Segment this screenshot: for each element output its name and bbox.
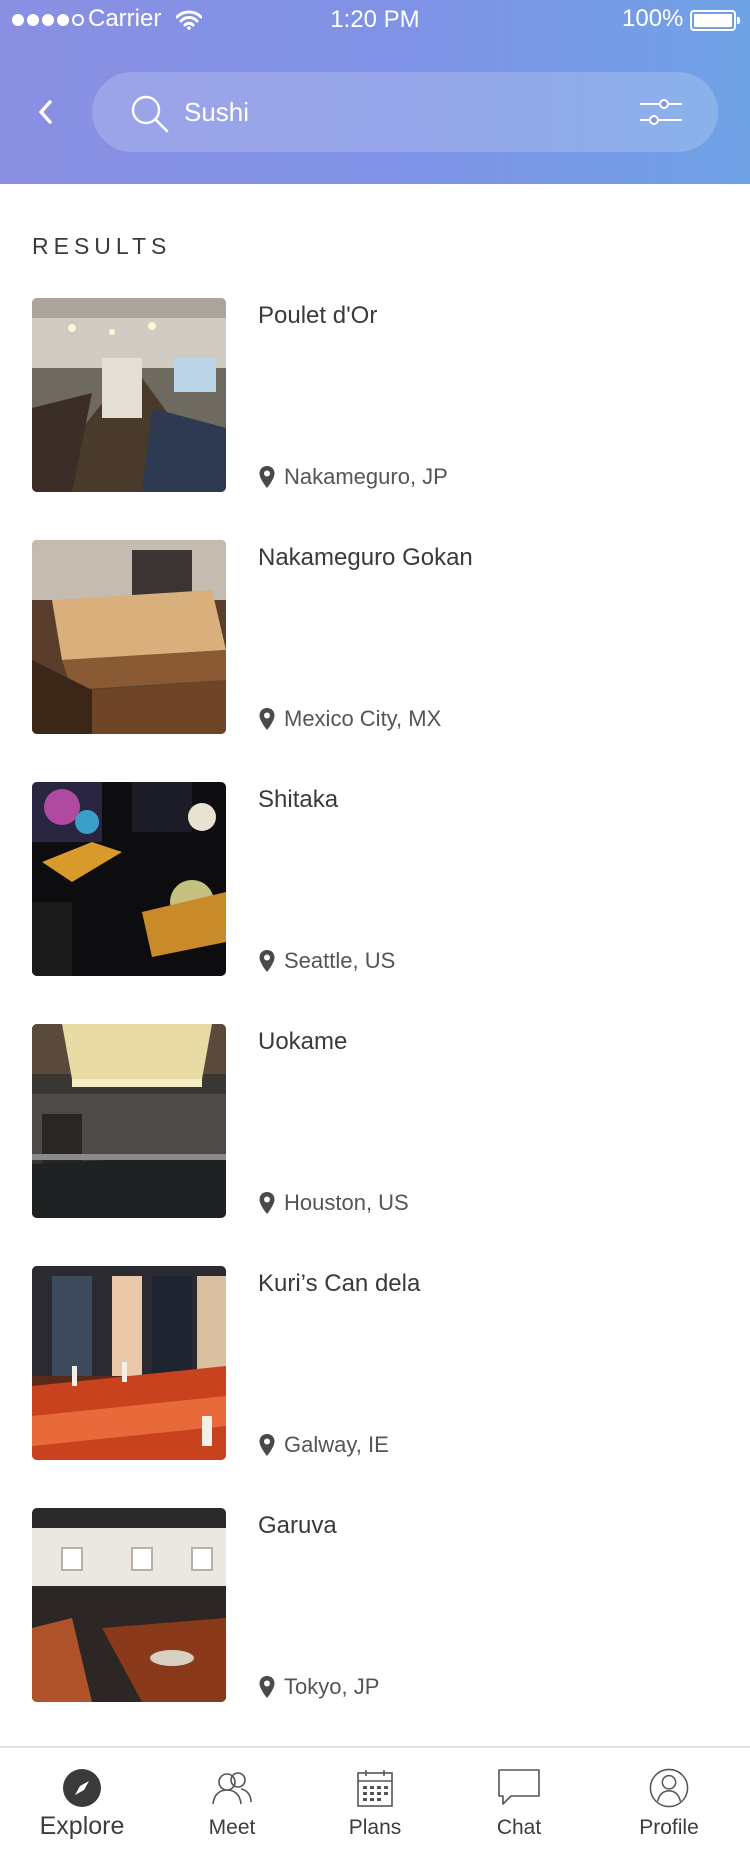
calendar-icon bbox=[357, 1770, 393, 1807]
restaurant-photo bbox=[32, 1024, 226, 1218]
compass-icon bbox=[63, 1769, 101, 1807]
battery-percentage: 100% bbox=[622, 5, 684, 32]
restaurant-name: Poulet d'Or bbox=[258, 302, 378, 329]
location-pin-icon bbox=[259, 1192, 275, 1214]
list-item[interactable]: Nakameguro Gokan Mexico City, MX bbox=[32, 540, 732, 782]
location-pin-icon bbox=[259, 950, 275, 972]
tab-profile[interactable]: Profile bbox=[609, 1748, 729, 1862]
location-pin-icon bbox=[259, 708, 275, 730]
back-button[interactable] bbox=[30, 92, 62, 132]
results-heading: RESULTS bbox=[32, 233, 172, 259]
list-item[interactable]: Shitaka Seattle, US bbox=[32, 782, 732, 1024]
tab-label: Explore bbox=[39, 1812, 125, 1840]
chat-bubble-icon bbox=[498, 1769, 540, 1805]
tab-label: Chat bbox=[496, 1816, 542, 1839]
tab-label: Meet bbox=[208, 1816, 256, 1839]
restaurant-location: Seattle, US bbox=[258, 948, 395, 974]
restaurant-photo bbox=[32, 1266, 226, 1460]
location-pin-icon bbox=[259, 1434, 275, 1456]
list-item[interactable]: Garuva Tokyo, JP bbox=[32, 1508, 732, 1750]
results-list: Poulet d'Or Nakameguro, JP Nakameguro Go… bbox=[32, 298, 732, 1750]
status-bar: Carrier 1:20 PM 100% bbox=[0, 0, 750, 40]
location-pin-icon bbox=[259, 466, 275, 488]
list-item[interactable]: Kuri’s Can dela Galway, IE bbox=[32, 1266, 732, 1508]
search-bar[interactable] bbox=[92, 72, 718, 152]
list-item[interactable]: Uokame Houston, US bbox=[32, 1024, 732, 1266]
user-profile-icon bbox=[649, 1768, 689, 1808]
restaurant-name: Kuri’s Can dela bbox=[258, 1270, 421, 1297]
restaurant-photo bbox=[32, 298, 226, 492]
search-input[interactable] bbox=[184, 90, 604, 134]
chevron-left-icon bbox=[39, 100, 52, 124]
tab-label: Profile bbox=[639, 1816, 699, 1839]
filter-sliders-icon[interactable] bbox=[638, 94, 684, 135]
header: Carrier 1:20 PM 100% bbox=[0, 0, 750, 184]
location-text: Nakameguro, JP bbox=[284, 464, 448, 489]
location-text: Tokyo, JP bbox=[284, 1674, 380, 1699]
tab-chat[interactable]: Chat bbox=[459, 1748, 579, 1862]
location-pin-icon bbox=[259, 1676, 275, 1698]
location-text: Seattle, US bbox=[284, 948, 396, 973]
battery-icon bbox=[690, 10, 740, 31]
list-item[interactable]: Poulet d'Or Nakameguro, JP bbox=[32, 298, 732, 540]
restaurant-photo bbox=[32, 782, 226, 976]
location-text: Houston, US bbox=[284, 1190, 409, 1215]
people-icon bbox=[212, 1772, 252, 1805]
tab-bar: Explore Meet Plans Chat Profile bbox=[0, 1746, 750, 1862]
location-text: Galway, IE bbox=[284, 1432, 389, 1457]
tab-explore[interactable]: Explore bbox=[22, 1748, 142, 1862]
restaurant-photo bbox=[32, 1508, 226, 1702]
restaurant-name: Garuva bbox=[258, 1512, 337, 1539]
restaurant-location: Mexico City, MX bbox=[258, 706, 441, 732]
restaurant-name: Uokame bbox=[258, 1028, 348, 1055]
location-text: Mexico City, MX bbox=[284, 706, 442, 731]
restaurant-name: Nakameguro Gokan bbox=[258, 544, 473, 571]
restaurant-name: Shitaka bbox=[258, 786, 339, 813]
tab-meet[interactable]: Meet bbox=[172, 1748, 292, 1862]
restaurant-photo bbox=[32, 540, 226, 734]
tab-label: Plans bbox=[348, 1816, 402, 1839]
restaurant-location: Tokyo, JP bbox=[258, 1674, 379, 1700]
restaurant-location: Houston, US bbox=[258, 1190, 409, 1216]
restaurant-location: Galway, IE bbox=[258, 1432, 389, 1458]
tab-plans[interactable]: Plans bbox=[315, 1748, 435, 1862]
search-icon bbox=[128, 92, 172, 141]
restaurant-location: Nakameguro, JP bbox=[258, 464, 448, 490]
